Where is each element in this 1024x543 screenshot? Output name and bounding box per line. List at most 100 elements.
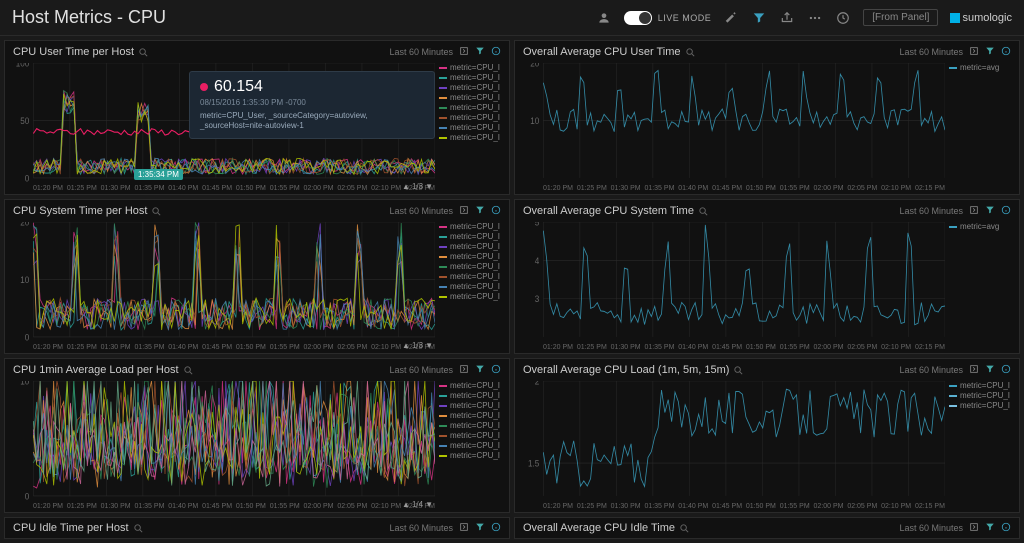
info-icon[interactable] [1001, 364, 1011, 376]
panel-title: CPU System Time per Host [13, 205, 162, 217]
chart-legend: metric=avg [945, 63, 1015, 192]
svg-text:20: 20 [20, 222, 29, 228]
panel-filter-icon[interactable] [475, 46, 485, 58]
tooltip-value: 60.154 [200, 78, 424, 96]
legend-item: metric=CPU_I [439, 133, 505, 142]
filter-icon[interactable] [751, 10, 767, 26]
vendor-logo: sumologic [950, 12, 1012, 24]
panel-header: Overall Average CPU System Time Last 60 … [515, 200, 1019, 222]
legend-item: metric=avg [949, 222, 1015, 231]
info-icon[interactable] [491, 364, 501, 376]
panel-controls: Last 60 Minutes [389, 46, 501, 58]
user-icon[interactable] [596, 10, 612, 26]
chart-area[interactable]: 345 01:20 PM01:25 PM01:30 PM01:35 PM01:4… [519, 222, 945, 351]
goto-icon[interactable] [459, 364, 469, 376]
legend-item: metric=CPU_I [949, 391, 1015, 400]
chart-area[interactable]: 01020 01:20 PM01:25 PM01:30 PM01:35 PM01… [9, 222, 435, 351]
legend-item: metric=CPU_I [439, 431, 505, 440]
magnify-icon[interactable] [138, 47, 149, 58]
legend-item: metric=CPU_I [439, 272, 505, 281]
goto-icon[interactable] [459, 205, 469, 217]
more-icon[interactable] [807, 10, 823, 26]
magnify-icon[interactable] [698, 206, 709, 217]
chart-panel: CPU User Time per Host Last 60 Minutes 0… [4, 40, 510, 195]
panel-header: CPU 1min Average Load per Host Last 60 M… [5, 359, 509, 381]
magnify-icon[interactable] [679, 523, 690, 534]
info-icon[interactable] [1001, 46, 1011, 58]
panel-filter-icon[interactable] [985, 522, 995, 534]
chart-panel-partial: Overall Average CPU Idle Time Last 60 Mi… [514, 517, 1020, 539]
svg-text:4: 4 [535, 255, 540, 266]
legend-item: metric=CPU_I [949, 381, 1015, 390]
panel-filter-icon[interactable] [985, 205, 995, 217]
panel-controls: Last 60 Minutes [899, 364, 1011, 376]
legend-item: metric=CPU_I [439, 282, 505, 291]
tooltip-meta: metric=CPU_User, _sourceCategory=autovie… [200, 111, 424, 132]
svg-text:10: 10 [20, 381, 29, 387]
share-icon[interactable] [779, 10, 795, 26]
magnify-icon[interactable] [183, 365, 194, 376]
goto-icon[interactable] [969, 205, 979, 217]
panel-body: 1020 01:20 PM01:25 PM01:30 PM01:35 PM01:… [515, 63, 1019, 194]
goto-icon[interactable] [459, 46, 469, 58]
legend-item: metric=CPU_I [439, 63, 505, 72]
panel-filter-icon[interactable] [985, 46, 995, 58]
panel-filter-icon[interactable] [475, 205, 485, 217]
chart-area[interactable]: 050100 01:20 PM01:25 PM01:30 PM01:35 PM0… [9, 63, 435, 192]
toggle-switch[interactable] [624, 11, 652, 25]
info-icon[interactable] [491, 205, 501, 217]
svg-text:20: 20 [530, 63, 539, 69]
chart-panel: Overall Average CPU System Time Last 60 … [514, 199, 1020, 354]
goto-icon[interactable] [969, 522, 979, 534]
time-range-label: Last 60 Minutes [899, 47, 963, 57]
info-icon[interactable] [491, 46, 501, 58]
chart-tooltip: 60.154 08/15/2016 1:35:30 PM -0700 metri… [189, 71, 435, 139]
legend-item: metric=CPU_I [439, 103, 505, 112]
time-cursor-badge: 1:35:34 PM [134, 169, 183, 180]
edit-icon[interactable] [723, 10, 739, 26]
magnify-icon[interactable] [733, 365, 744, 376]
chart-area[interactable]: 1020 01:20 PM01:25 PM01:30 PM01:35 PM01:… [519, 63, 945, 192]
magnify-icon[interactable] [685, 47, 696, 58]
time-range-label: Last 60 Minutes [389, 365, 453, 375]
panel-header: Overall Average CPU Idle Time Last 60 Mi… [515, 518, 1019, 538]
legend-item: metric=CPU_I [439, 93, 505, 102]
legend-pager[interactable]: ▲1/3▼ [402, 341, 433, 350]
panel-filter-icon[interactable] [985, 364, 995, 376]
info-icon[interactable] [1001, 205, 1011, 217]
panel-title: Overall Average CPU Idle Time [523, 522, 690, 534]
panel-filter-icon[interactable] [475, 522, 485, 534]
dashboard-header: Host Metrics - CPU LIVE MODE [From Panel… [0, 0, 1024, 36]
live-mode-label: LIVE MODE [658, 13, 712, 23]
legend-item: metric=CPU_I [439, 73, 505, 82]
panel-grid: CPU User Time per Host Last 60 Minutes 0… [0, 36, 1024, 517]
chart-area[interactable]: 1.52 01:20 PM01:25 PM01:30 PM01:35 PM01:… [519, 381, 945, 510]
live-mode-toggle[interactable]: LIVE MODE [624, 11, 712, 25]
panel-body: 1.52 01:20 PM01:25 PM01:30 PM01:35 PM01:… [515, 381, 1019, 512]
clock-icon[interactable] [835, 10, 851, 26]
panel-filter-icon[interactable] [475, 364, 485, 376]
magnify-icon[interactable] [151, 206, 162, 217]
from-panel-pill[interactable]: [From Panel] [863, 9, 938, 26]
panel-controls: Last 60 Minutes [899, 205, 1011, 217]
goto-icon[interactable] [459, 522, 469, 534]
legend-item: metric=CPU_I [439, 252, 505, 261]
info-icon[interactable] [491, 522, 501, 534]
panel-title: CPU User Time per Host [13, 46, 149, 58]
legend-pager[interactable]: ▲1/3▼ [402, 182, 433, 191]
chart-area[interactable]: 010 01:20 PM01:25 PM01:30 PM01:35 PM01:4… [9, 381, 435, 510]
goto-icon[interactable] [969, 364, 979, 376]
svg-text:10: 10 [530, 115, 539, 126]
svg-text:0: 0 [25, 173, 30, 184]
panel-body: 01020 01:20 PM01:25 PM01:30 PM01:35 PM01… [5, 222, 509, 353]
time-range-label: Last 60 Minutes [899, 523, 963, 533]
legend-item: metric=CPU_I [439, 292, 505, 301]
chart-legend: metric=CPU_Imetric=CPU_Imetric=CPU_Imetr… [435, 63, 505, 192]
goto-icon[interactable] [969, 46, 979, 58]
panel-controls: Last 60 Minutes [899, 46, 1011, 58]
magnify-icon[interactable] [133, 523, 144, 534]
legend-pager[interactable]: ▲1/4▼ [402, 500, 433, 509]
legend-item: metric=CPU_I [439, 381, 505, 390]
info-icon[interactable] [1001, 522, 1011, 534]
panel-header: CPU System Time per Host Last 60 Minutes [5, 200, 509, 222]
